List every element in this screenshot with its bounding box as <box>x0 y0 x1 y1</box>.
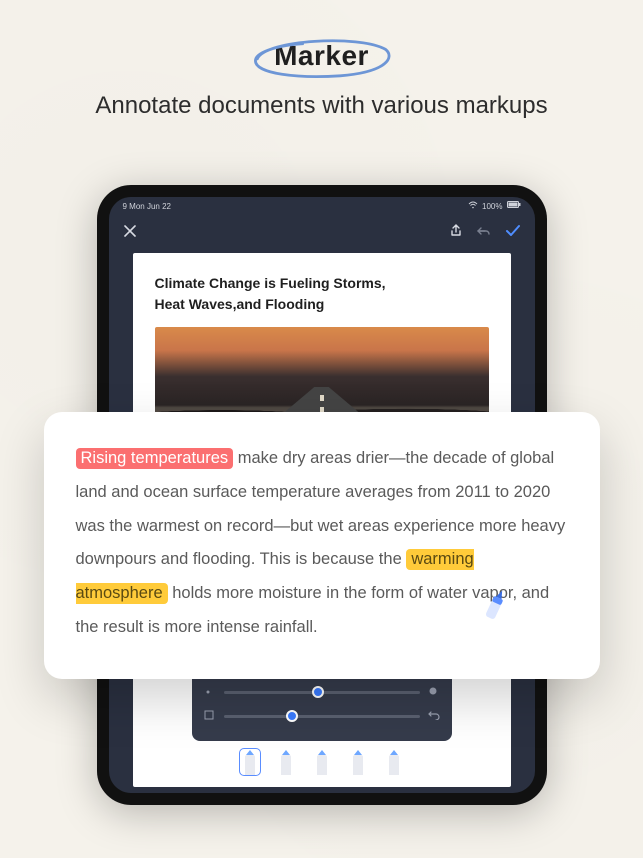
size-slider-row <box>204 683 440 701</box>
pen-tool-1[interactable] <box>240 749 260 775</box>
pen-tool-3[interactable] <box>312 749 332 775</box>
close-icon[interactable] <box>123 224 137 238</box>
reset-icon[interactable] <box>428 707 440 725</box>
marker-title: Marker <box>264 38 379 74</box>
app-toolbar <box>109 215 535 247</box>
size-small-icon <box>204 683 216 701</box>
pen-tool-4[interactable] <box>348 749 368 775</box>
document-title: Climate Change is Fueling Storms, Heat W… <box>155 273 489 315</box>
status-time: 9 Mon Jun 22 <box>123 202 171 211</box>
confirm-check-icon[interactable] <box>505 224 521 238</box>
marker-title-text: Marker <box>274 40 369 71</box>
annotated-text-card: Rising temperatures make dry areas drier… <box>44 412 600 679</box>
share-icon[interactable] <box>449 224 463 238</box>
undo-icon[interactable] <box>477 224 491 238</box>
marketing-header: Marker Annotate documents with various m… <box>0 0 643 120</box>
document-title-line1: Climate Change is Fueling Storms, <box>155 273 489 294</box>
status-bar: 9 Mon Jun 22 100% <box>109 197 535 215</box>
subtitle: Annotate documents with various markups <box>0 92 643 120</box>
size-slider[interactable] <box>224 691 420 694</box>
battery-icon <box>507 201 521 211</box>
pen-tool-2[interactable] <box>276 749 296 775</box>
opacity-slider-row <box>204 707 440 725</box>
size-large-icon <box>428 683 440 701</box>
wifi-icon <box>468 201 478 211</box>
document-title-line2: Heat Waves,and Flooding <box>155 294 489 315</box>
pen-selector-row <box>192 749 452 775</box>
opacity-slider[interactable] <box>224 715 420 718</box>
opacity-low-icon <box>204 707 216 725</box>
battery-text: 100% <box>482 202 502 211</box>
highlight-pink[interactable]: Rising temperatures <box>76 448 234 469</box>
pen-tool-5[interactable] <box>384 749 404 775</box>
